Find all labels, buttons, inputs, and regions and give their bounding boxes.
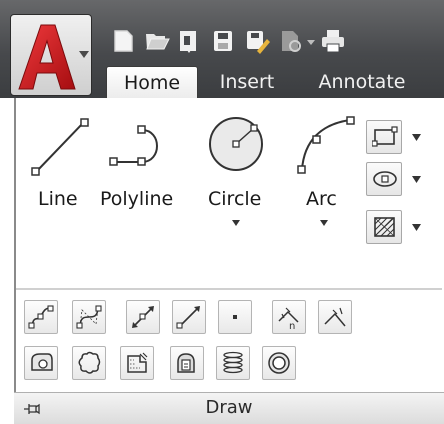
hatch-button[interactable] [366, 210, 402, 244]
chevron-down-icon[interactable] [232, 220, 240, 226]
title-bar: Home Insert Annotate [0, 0, 444, 98]
save-as-icon[interactable] [242, 26, 272, 56]
chevron-down-icon[interactable] [306, 37, 316, 47]
line-tool[interactable]: Line [30, 116, 100, 228]
panel-title-bar[interactable]: Draw [14, 392, 444, 424]
ellipse-icon [373, 171, 397, 187]
region-icon [31, 353, 53, 371]
ray-icon [176, 306, 200, 329]
measure-icon [324, 307, 346, 327]
donut-icon [268, 352, 290, 374]
rectangle-button[interactable] [366, 120, 402, 154]
chevron-down-icon[interactable] [320, 220, 328, 226]
tab-insert[interactable]: Insert [206, 66, 288, 98]
plot-preview-icon[interactable] [276, 26, 306, 56]
new-icon[interactable] [108, 26, 138, 56]
construction-line-icon [132, 306, 154, 328]
svg-text:n: n [289, 321, 295, 330]
chevron-down-icon[interactable] [412, 224, 421, 231]
wipeout-icon [127, 352, 148, 373]
revision-cloud-button[interactable] [72, 346, 106, 380]
ellipse-button[interactable] [366, 162, 402, 196]
circle-tool[interactable]: Circle [204, 116, 276, 228]
line-label: Line [38, 188, 78, 210]
save-icon[interactable] [208, 26, 238, 56]
wipeout-button[interactable] [120, 346, 154, 380]
helix-button[interactable] [216, 346, 250, 380]
circle-label: Circle [208, 188, 262, 210]
ray-button[interactable] [172, 300, 206, 334]
panel-divider [16, 288, 442, 290]
helix-icon [223, 351, 243, 374]
chevron-down-icon[interactable] [412, 134, 421, 141]
application-menu-button[interactable] [10, 14, 92, 96]
boundary-button[interactable] [170, 346, 204, 380]
chevron-down-icon[interactable] [412, 176, 421, 183]
arc-icon [297, 116, 355, 174]
panel-title: Draw [205, 397, 253, 418]
sheetset-icon[interactable] [174, 26, 204, 56]
polyline-icon [109, 125, 158, 166]
circle-icon [209, 117, 263, 171]
construction-line-button[interactable] [126, 300, 160, 334]
open-icon[interactable] [142, 26, 172, 56]
point-button[interactable] [218, 300, 252, 334]
tab-home[interactable]: Home [106, 66, 198, 98]
point-icon [233, 315, 237, 319]
region-button[interactable] [24, 346, 58, 380]
revision-cloud-icon [78, 351, 101, 374]
arc-tool[interactable]: Arc [292, 116, 362, 228]
autocad-logo-icon [18, 24, 76, 90]
pin-icon[interactable] [22, 399, 42, 419]
print-icon[interactable] [318, 26, 348, 56]
hatch-icon [374, 217, 395, 237]
spline-cv-icon [76, 305, 102, 329]
spline-cv-button[interactable] [72, 300, 106, 334]
spline-fit-icon [28, 305, 54, 329]
polyline-label: Polyline [100, 188, 174, 210]
arc-label: Arc [306, 188, 337, 210]
tab-annotate[interactable]: Annotate [302, 66, 422, 98]
divide-button[interactable]: n [272, 300, 306, 334]
measure-button[interactable] [318, 300, 352, 334]
chevron-down-icon [79, 51, 89, 58]
rectangle-icon [372, 126, 398, 147]
spline-fit-button[interactable] [24, 300, 58, 334]
polyline-tool[interactable]: Polyline [100, 116, 192, 228]
boundary-icon [177, 353, 195, 373]
donut-button[interactable] [262, 346, 296, 380]
line-icon [31, 118, 89, 176]
divide-icon: n [278, 307, 299, 330]
